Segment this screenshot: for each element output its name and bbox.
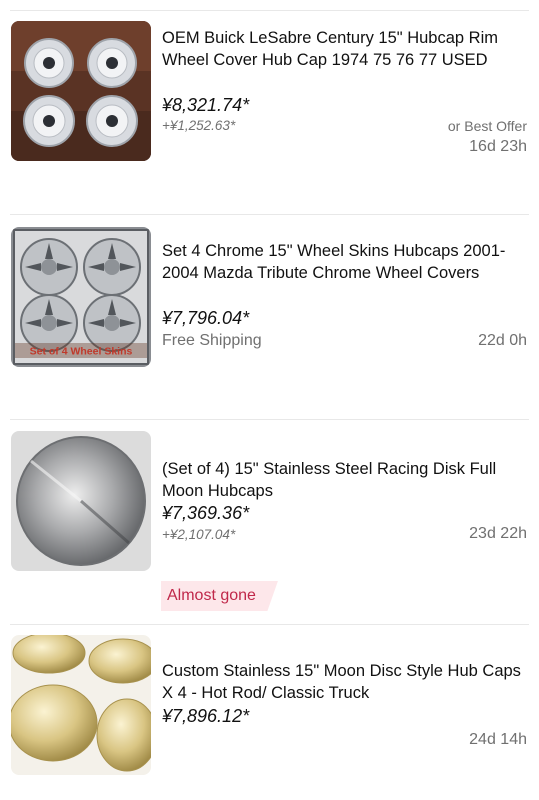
- hubcap-image: [11, 21, 151, 161]
- listing-image[interactable]: Set of 4 Wheel Skins: [11, 227, 151, 367]
- shipping-cost: Free Shipping: [162, 332, 262, 349]
- divider: [10, 624, 529, 625]
- gold-moon-disc-image: [11, 635, 151, 775]
- listing-price: ¥7,796.04*: [162, 308, 250, 328]
- listing-title[interactable]: (Set of 4) 15" Stainless Steel Racing Di…: [162, 458, 527, 502]
- almost-gone-badge: Almost gone: [161, 581, 278, 611]
- image-caption: Set of 4 Wheel Skins: [30, 346, 133, 358]
- best-offer-label: or Best Offer: [447, 118, 527, 134]
- wheel-skins-image: Set of 4 Wheel Skins: [11, 227, 151, 367]
- divider: [10, 419, 529, 420]
- time-left: 16d 23h: [469, 138, 527, 155]
- listing-image[interactable]: [11, 635, 151, 775]
- shipping-cost: +¥1,252.63*: [162, 118, 236, 133]
- divider: [10, 10, 529, 11]
- divider: [10, 214, 529, 215]
- listing-image[interactable]: [11, 431, 151, 571]
- listing-price: ¥7,369.36*: [162, 503, 250, 523]
- shipping-cost: +¥2,107.04*: [162, 527, 236, 542]
- listing-price: ¥7,896.12*: [162, 706, 250, 726]
- listing-title[interactable]: Set 4 Chrome 15" Wheel Skins Hubcaps 200…: [162, 240, 527, 284]
- listing-price: ¥8,321.74*: [162, 95, 250, 115]
- time-left: 24d 14h: [469, 731, 527, 748]
- listing-image[interactable]: [11, 21, 151, 161]
- listing-title[interactable]: Custom Stainless 15" Moon Disc Style Hub…: [162, 660, 527, 704]
- time-left: 22d 0h: [478, 332, 527, 349]
- moon-disc-image: [11, 431, 151, 571]
- time-left: 23d 22h: [469, 525, 527, 542]
- listing-title[interactable]: OEM Buick LeSabre Century 15" Hubcap Rim…: [162, 27, 527, 71]
